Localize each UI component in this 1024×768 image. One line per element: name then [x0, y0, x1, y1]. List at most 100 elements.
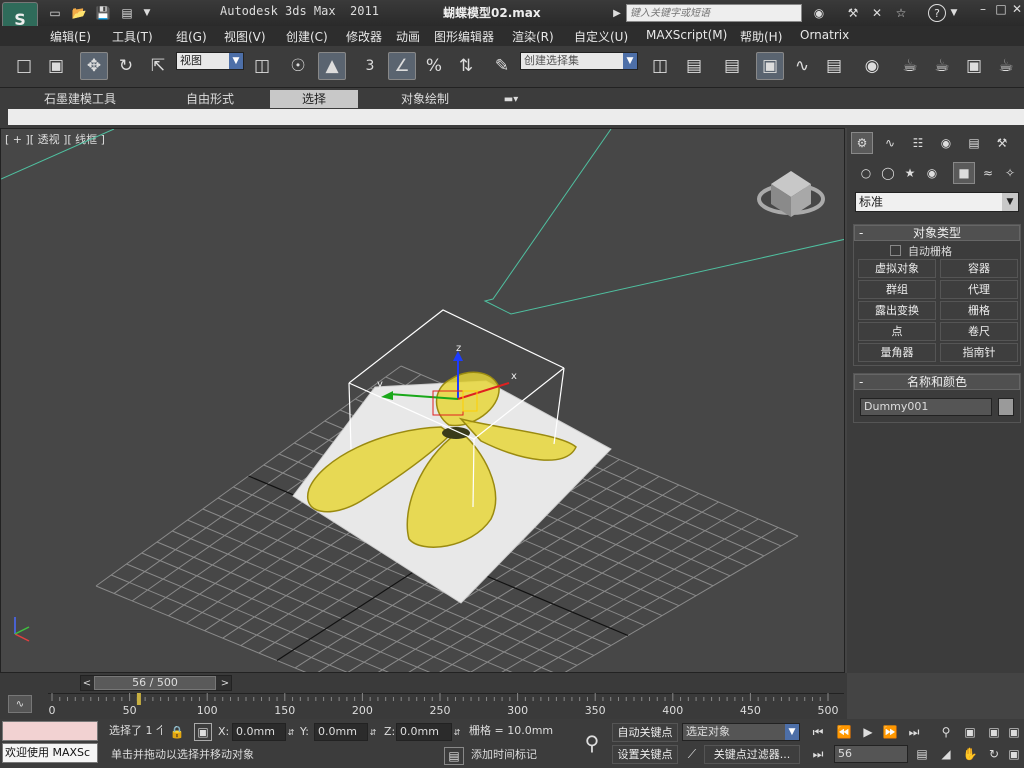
menu-item-2[interactable]: 组(G): [176, 28, 207, 45]
menu-item-10[interactable]: MAXScript(M): [646, 28, 727, 42]
crowd-button[interactable]: 群组: [858, 280, 936, 299]
spinner-snap-icon[interactable]: ⇅: [452, 52, 480, 80]
maxscript-listener-white[interactable]: 欢迎使用 MAXSc: [2, 743, 98, 763]
key-mode-toggle-icon[interactable]: ⏭: [808, 745, 828, 763]
tab-object-paint[interactable]: 对象绘制: [380, 90, 470, 108]
lights-icon[interactable]: ★: [901, 164, 919, 182]
time-slider-thumb[interactable]: 56 / 500: [94, 676, 216, 690]
select-object-icon[interactable]: □: [10, 52, 38, 80]
pivot-center-icon[interactable]: ◫: [248, 52, 276, 80]
graphite-modeling-toggle-icon[interactable]: ▣: [756, 52, 784, 80]
save-file-icon[interactable]: 💾: [94, 4, 112, 22]
tape-button[interactable]: 卷尺: [940, 322, 1018, 341]
menu-item-5[interactable]: 修改器: [346, 28, 382, 45]
zoom-extents-icon[interactable]: ▣: [984, 723, 1004, 741]
pan-hand-icon[interactable]: ✋: [960, 745, 980, 763]
render-setup-icon[interactable]: ☕: [896, 52, 924, 80]
helpers-icon[interactable]: ■: [953, 162, 975, 184]
category-dropdown[interactable]: 标准 ▼: [855, 192, 1019, 212]
zoom-icon[interactable]: ⚲: [936, 723, 956, 741]
reference-coordinate-dropdown[interactable]: 视图 ▼: [176, 52, 244, 70]
select-region-icon[interactable]: ▣: [42, 52, 70, 80]
play-icon[interactable]: ▶: [858, 723, 878, 741]
select-and-move-icon[interactable]: ✥: [80, 52, 108, 80]
maxscript-listener-pink[interactable]: [2, 721, 98, 741]
x-coordinate-field[interactable]: 0.0mm: [232, 723, 286, 741]
minimize-icon[interactable]: –: [976, 2, 990, 16]
y-spinner-icon[interactable]: ⇵: [368, 723, 378, 741]
current-frame-field[interactable]: 56: [834, 745, 908, 763]
name-color-header[interactable]: - 名称和颜色: [854, 374, 1020, 390]
select-and-rotate-icon[interactable]: ↻: [112, 52, 140, 80]
project-folder-icon[interactable]: ▤: [118, 4, 136, 22]
new-file-icon[interactable]: ▭: [46, 4, 64, 22]
menu-item-12[interactable]: Ornatrix: [800, 28, 849, 42]
percent-snap-icon[interactable]: %: [420, 52, 448, 80]
time-next-icon[interactable]: >: [218, 675, 232, 691]
menu-item-11[interactable]: 帮助(H): [740, 28, 782, 45]
z-spinner-icon[interactable]: ⇵: [452, 723, 462, 741]
help-icon[interactable]: ?: [928, 4, 946, 22]
render-teapot-icon[interactable]: ☕: [992, 52, 1020, 80]
hierarchy-tab-icon[interactable]: ☷: [907, 132, 929, 154]
utilities-tab-icon[interactable]: ⚒: [991, 132, 1013, 154]
mirror-icon[interactable]: ◫: [646, 52, 674, 80]
goto-start-icon[interactable]: ⏮: [808, 723, 828, 741]
binoculars-icon[interactable]: ◉: [810, 4, 828, 22]
key-mode-dropdown[interactable]: 选定对象 ▼: [682, 723, 800, 741]
layer-manager-icon[interactable]: ▤: [718, 52, 746, 80]
angle-snap-icon[interactable]: ∠: [388, 52, 416, 80]
play-arrow-icon[interactable]: ▶: [610, 4, 624, 22]
field-of-view-icon[interactable]: ◢: [936, 745, 956, 763]
edit-named-selection-icon[interactable]: ✎: [488, 52, 516, 80]
systems-icon[interactable]: ✧: [1001, 164, 1019, 182]
space-warps-icon[interactable]: ≈: [979, 164, 997, 182]
auto-key-button[interactable]: 自动关键点: [612, 723, 678, 742]
object-color-swatch[interactable]: [998, 398, 1014, 416]
named-selection-set-dropdown[interactable]: 创建选择集 ▼: [520, 52, 638, 70]
prev-frame-icon[interactable]: ⏪: [834, 723, 854, 741]
lock-selection-icon[interactable]: 🔒: [168, 723, 186, 741]
zoom-extents-all-icon[interactable]: ▣: [1004, 723, 1024, 741]
tab-selection[interactable]: 选择: [270, 90, 358, 108]
create-tab-icon[interactable]: ⚙: [851, 132, 873, 154]
exchange-icon[interactable]: ✕: [868, 4, 886, 22]
time-prev-icon[interactable]: <: [80, 675, 94, 691]
menu-item-3[interactable]: 视图(V): [224, 28, 266, 45]
curve-editor-icon[interactable]: ∿: [788, 52, 816, 80]
key-filters-button[interactable]: 关键点过滤器...: [704, 745, 800, 764]
maximize-viewport-icon[interactable]: ▣: [1004, 745, 1024, 763]
snap-toggle-icon[interactable]: 3: [356, 52, 384, 80]
schematic-view-icon[interactable]: ▤: [820, 52, 848, 80]
dummy-button[interactable]: 虚拟对象: [858, 259, 936, 278]
orbit-icon[interactable]: ↻: [984, 745, 1004, 763]
zoom-all-icon[interactable]: ▣: [960, 723, 980, 741]
next-frame-icon[interactable]: ⏩: [880, 723, 900, 741]
geometry-icon[interactable]: ○: [857, 164, 875, 182]
container-button[interactable]: 容器: [940, 259, 1018, 278]
object-type-header[interactable]: - 对象类型: [854, 225, 1020, 241]
cameras-icon[interactable]: ◉: [923, 164, 941, 182]
delegate-button[interactable]: 代理: [940, 280, 1018, 299]
ribbon-options-icon[interactable]: ▬▾: [498, 90, 524, 108]
align-icon[interactable]: ▤: [680, 52, 708, 80]
z-coordinate-field[interactable]: 0.0mm: [396, 723, 452, 741]
add-time-tag[interactable]: 添加时间标记: [468, 747, 578, 765]
select-manipulate-icon[interactable]: ☉: [284, 52, 312, 80]
menu-item-8[interactable]: 渲染(R): [512, 28, 554, 45]
quick-access-dropdown-icon[interactable]: ▼: [140, 4, 154, 22]
key-tangent-icon[interactable]: ⟋: [682, 745, 702, 763]
object-name-field[interactable]: Dummy001: [860, 398, 992, 416]
time-config-icon[interactable]: ▤: [912, 745, 932, 763]
menu-item-1[interactable]: 工具(T): [112, 28, 153, 45]
mini-curve-editor-icon[interactable]: ∿: [8, 695, 32, 713]
shapes-icon[interactable]: ◯: [879, 164, 897, 182]
expose-tm-button[interactable]: 露出变换: [858, 301, 936, 320]
goto-end-icon[interactable]: ⏭: [904, 723, 924, 741]
absolute-mode-icon[interactable]: ▣: [194, 723, 212, 741]
menu-item-6[interactable]: 动画: [396, 28, 420, 45]
compass-button[interactable]: 指南针: [940, 343, 1018, 362]
keyboard-shortcut-toggle-icon[interactable]: ▲: [318, 52, 346, 80]
protractor-button[interactable]: 量角器: [858, 343, 936, 362]
point-button[interactable]: 点: [858, 322, 936, 341]
